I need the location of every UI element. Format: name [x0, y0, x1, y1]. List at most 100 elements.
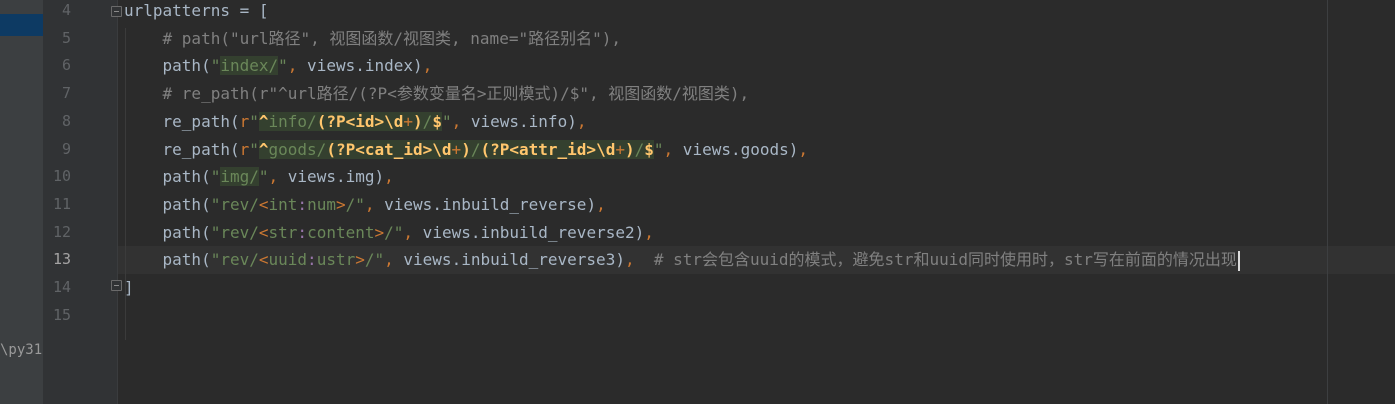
code-token: " [441, 111, 452, 131]
code-token: : [297, 222, 308, 242]
code-token: # str会包含uuid的模式，避免str和uuid同时使用时，str写在前面的… [634, 250, 1237, 270]
code-token: /" [384, 222, 404, 242]
code-token: urlpatterns = [ [124, 1, 269, 20]
code-token: " [249, 111, 259, 131]
code-token: " [210, 167, 221, 187]
code-line[interactable]: path("rev/<uuid:ustr>/", views.inbuild_r… [124, 246, 1240, 274]
code-line[interactable]: re_path(r"^goods/(?P<cat_id>\d+)/(?P<att… [124, 136, 808, 164]
code-token: " [258, 167, 269, 187]
code-token: (?P<attr_id>\d [480, 139, 616, 159]
code-token: views.inbuild_reverse) [374, 194, 597, 214]
code-token: , [403, 222, 414, 242]
code-token: , [364, 194, 375, 214]
code-token: , [384, 250, 394, 270]
code-line[interactable]: # path("url路径", 视图函数/视图类, name="路径别名"), [124, 25, 621, 53]
code-token: views.inbuild_reverse2) [413, 222, 645, 242]
code-token: uuid [268, 250, 308, 270]
code-token: , [384, 167, 394, 187]
code-token: $ [432, 111, 442, 131]
code-token: path( [124, 167, 211, 187]
code-token: path( [124, 222, 211, 242]
project-path-fragment[interactable]: \py31 [0, 342, 42, 358]
code-token: < [258, 222, 269, 242]
code-token: , [422, 56, 433, 76]
right-margin-guide [1327, 0, 1328, 404]
line-number: 10 [52, 167, 71, 186]
code-token: goods/ [268, 139, 327, 159]
code-token: views.index) [297, 56, 423, 76]
code-token: " [210, 56, 221, 76]
line-number: 8 [61, 111, 71, 130]
line-number: 9 [61, 139, 71, 158]
code-token: re_path( [124, 139, 240, 159]
code-line[interactable]: re_path(r"^info/(?P<id>\d+)/$", views.in… [124, 108, 586, 136]
code-token: (?P<id>\d [316, 111, 404, 131]
code-token: > [374, 222, 385, 242]
code-token: / [634, 139, 645, 159]
ide-window: \py31 4 urlpatterns = [5 # path("url路径", … [0, 0, 1395, 404]
code-token: re_path( [124, 111, 240, 131]
text-caret [1237, 250, 1240, 271]
code-line[interactable]: path("index/", views.index), [124, 52, 432, 80]
code-line[interactable]: ] [124, 274, 134, 302]
code-token: ustr [316, 250, 356, 270]
code-token: /" [364, 250, 385, 270]
code-token: , [798, 139, 809, 159]
code-token: , [451, 111, 462, 131]
code-token: path( [124, 250, 211, 270]
code-token: "rev/ [210, 222, 259, 242]
code-token: int [268, 194, 298, 214]
code-token: $ [644, 139, 654, 159]
code-token: r [239, 139, 250, 159]
code-token: ) [413, 111, 423, 131]
project-selected-item[interactable] [0, 14, 43, 36]
line-number: 11 [52, 194, 71, 213]
code-token: ^ [258, 139, 269, 159]
code-token: content [307, 222, 375, 242]
code-line[interactable]: urlpatterns = [ [124, 0, 269, 25]
code-token: < [258, 250, 269, 270]
code-token: + [451, 139, 462, 159]
code-token: " [653, 139, 664, 159]
code-token: > [335, 194, 346, 214]
line-number: 15 [52, 305, 71, 324]
code-token: ) [461, 139, 471, 159]
code-token: img/ [220, 167, 259, 187]
code-token: , [644, 222, 654, 242]
code-line[interactable]: # re_path(r"^url路径/(?P<参数变量名>正则模式)/$", 视… [124, 80, 750, 108]
line-number: 4 [61, 1, 71, 19]
code-token: , [624, 250, 635, 270]
line-number: 7 [61, 84, 71, 103]
code-token: , [596, 194, 606, 214]
code-token: str [268, 222, 298, 242]
code-line[interactable]: path("img/", views.img), [124, 163, 394, 191]
code-line[interactable]: path("rev/<str:content>/", views.inbuild… [124, 219, 654, 247]
code-token: r [239, 111, 250, 131]
fold-close-icon[interactable] [111, 280, 122, 291]
code-token: > [355, 250, 365, 270]
code-token: " [249, 139, 259, 159]
code-token: ] [124, 278, 134, 297]
code-token: views.info) [461, 111, 577, 131]
code-token: < [258, 194, 269, 214]
code-token: + [403, 111, 414, 131]
code-line[interactable]: path("rev/<int:num>/", views.inbuild_rev… [124, 191, 606, 219]
code-token: : [297, 194, 308, 214]
code-token: num [307, 194, 336, 214]
line-number: 13 [52, 250, 71, 269]
code-token: views.goods) [673, 139, 799, 159]
code-token: " [278, 56, 288, 76]
code-token: # re_path(r"^url路径/(?P<参数变量名>正则模式)/$", 视… [124, 84, 750, 104]
code-token: path( [124, 194, 211, 214]
code-token: views.img) [278, 167, 385, 187]
code-token: index/ [220, 56, 279, 76]
line-number: 12 [52, 222, 71, 241]
project-panel[interactable]: \py31 [0, 0, 43, 404]
code-token: , [287, 56, 298, 76]
code-token: / [422, 111, 433, 131]
code-token: + [615, 139, 625, 159]
line-number: 6 [61, 56, 71, 75]
fold-open-icon[interactable] [111, 6, 122, 17]
code-token: (?P<cat_id>\d [326, 139, 452, 159]
code-token: , [268, 167, 279, 187]
